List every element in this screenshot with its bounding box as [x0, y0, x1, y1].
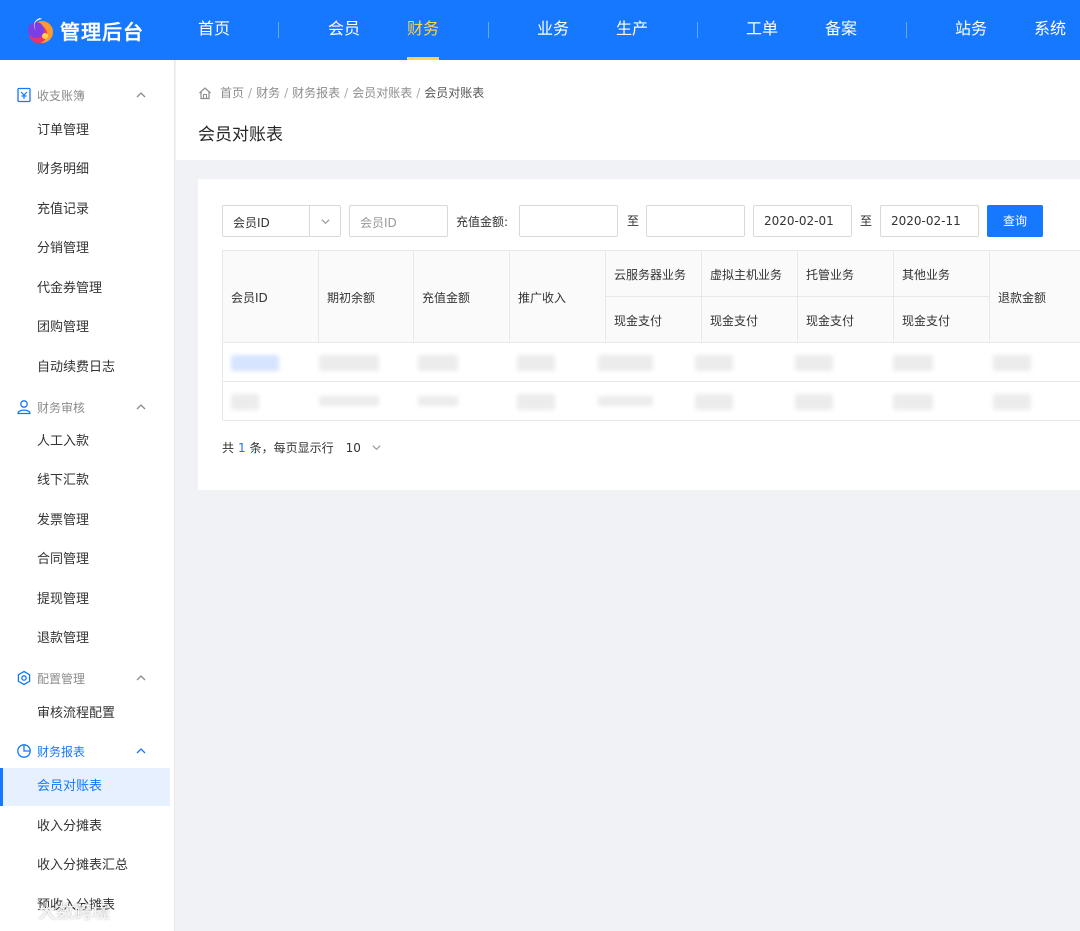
- sidebar-item-offline-remit[interactable]: 线下汇款: [0, 462, 170, 500]
- chevron-up-icon: [136, 92, 146, 98]
- nav-site[interactable]: 站务: [955, 0, 987, 60]
- sidebar-item-recharge[interactable]: 充值记录: [0, 191, 170, 229]
- settings-hex-icon: [17, 670, 31, 686]
- sidebar-group-label: 收支账簿: [37, 89, 86, 103]
- pagination-prefix: 共: [222, 441, 235, 455]
- home-icon[interactable]: [198, 86, 212, 100]
- table-header-cell: 期初余额: [319, 251, 414, 343]
- top-navbar: 管理后台 首页 会员 财务 业务 生产 工单 备案 站务 系统: [0, 0, 1080, 60]
- table-header-cell: 其他业务: [894, 251, 990, 297]
- watermark-text: 大数跨境: [38, 902, 110, 923]
- amount-min-input[interactable]: [519, 205, 618, 237]
- end-date-value: 2020-02-11: [891, 214, 961, 228]
- sidebar-item-audit-flow[interactable]: 审核流程配置: [0, 695, 170, 733]
- chevron-down-icon[interactable]: [371, 442, 382, 453]
- pagination: 共 1 条，每页显示行 10: [222, 439, 382, 456]
- user-audit-icon: [17, 400, 31, 415]
- sidebar-item-contracts[interactable]: 合同管理: [0, 541, 170, 579]
- pagination-total: 1: [238, 440, 246, 455]
- pie-chart-icon: [17, 744, 31, 758]
- to-label: 至: [627, 214, 640, 228]
- search-field-select-value: 会员ID: [233, 216, 270, 230]
- table-subheader-cell: 现金支付: [606, 297, 702, 343]
- sidebar-group-config[interactable]: 配置管理: [0, 660, 174, 696]
- watermark: 大数跨境: [10, 898, 110, 924]
- breadcrumb: 首页 / 财务 / 财务报表 / 会员对账表 / 会员对账表: [198, 84, 484, 101]
- reconciliation-table: 会员ID 期初余额 充值金额 推广收入 云服务器业务 虚拟主机业务 托管业务 其…: [222, 250, 1080, 421]
- watermark-logo-icon: [13, 904, 29, 919]
- sidebar: 收支账簿 订单管理 财务明细 充值记录 分销管理 代金券管理 团购管理 自动续费…: [0, 60, 175, 931]
- search-field-select[interactable]: 会员ID: [222, 205, 341, 237]
- table-subheader-cell: 现金支付: [894, 297, 990, 343]
- breadcrumb-reports[interactable]: 财务报表: [292, 84, 340, 101]
- sidebar-group-audit[interactable]: 财务审核: [0, 389, 174, 425]
- sidebar-item-distribution[interactable]: 分销管理: [0, 230, 170, 268]
- sidebar-item-group-buy[interactable]: 团购管理: [0, 309, 170, 347]
- table-header-cell: 推广收入: [510, 251, 606, 343]
- table-header-cell: 托管业务: [798, 251, 894, 297]
- breadcrumb-home[interactable]: 首页: [220, 84, 244, 101]
- table-subheader-cell: 现金支付: [798, 297, 894, 343]
- nav-production[interactable]: 生产: [616, 0, 648, 60]
- table-row[interactable]: [223, 343, 1080, 382]
- page-header: 首页 / 财务 / 财务报表 / 会员对账表 / 会员对账表 会员对账表: [176, 60, 1080, 160]
- sidebar-item-autorenew-log[interactable]: 自动续费日志: [0, 349, 170, 387]
- page-title: 会员对账表: [198, 125, 283, 145]
- sidebar-group-reports[interactable]: 财务报表: [0, 733, 174, 769]
- sidebar-group-label: 财务报表: [37, 745, 86, 759]
- table-header-cell: 退款金额: [990, 251, 1080, 343]
- table-header-cell: 充值金额: [414, 251, 510, 343]
- sidebar-item-orders[interactable]: 订单管理: [0, 112, 170, 150]
- app-logo[interactable]: 管理后台: [26, 12, 144, 48]
- table-header-cell: 会员ID: [223, 251, 319, 343]
- logo-icon: [28, 18, 53, 43]
- chevron-up-icon: [136, 748, 146, 754]
- breadcrumb-current: 会员对账表: [424, 86, 485, 100]
- query-button[interactable]: 查询: [987, 205, 1043, 237]
- table-header-cell: 云服务器业务: [606, 251, 702, 297]
- nav-home[interactable]: 首页: [198, 0, 230, 60]
- breadcrumb-finance[interactable]: 财务: [256, 84, 280, 101]
- sidebar-item-manual-deposit[interactable]: 人工入款: [0, 423, 170, 461]
- nav-system[interactable]: 系统: [1034, 0, 1066, 60]
- page-size-select[interactable]: 10: [346, 441, 361, 455]
- table-row[interactable]: [223, 382, 1080, 421]
- sidebar-item-refunds[interactable]: 退款管理: [0, 620, 170, 658]
- amount-label: 充值金额:: [456, 215, 509, 229]
- sidebar-group-label: 财务审核: [37, 401, 86, 415]
- sidebar-item-member-reconciliation[interactable]: 会员对账表: [0, 768, 170, 806]
- nav-filing[interactable]: 备案: [825, 0, 857, 60]
- end-date-input[interactable]: 2020-02-11: [880, 205, 979, 237]
- sidebar-item-revenue-allocation[interactable]: 收入分摊表: [0, 808, 170, 846]
- to-label: 至: [860, 214, 873, 228]
- nav-member[interactable]: 会员: [328, 0, 360, 60]
- sidebar-item-invoices[interactable]: 发票管理: [0, 502, 170, 540]
- nav-finance[interactable]: 财务: [407, 0, 440, 60]
- sidebar-item-revenue-allocation-summary[interactable]: 收入分摊表汇总: [0, 847, 170, 885]
- table-subheader-cell: 现金支付: [702, 297, 798, 343]
- member-id-placeholder: 会员ID: [360, 216, 397, 230]
- sidebar-item-withdrawals[interactable]: 提现管理: [0, 581, 170, 619]
- member-id-input[interactable]: 会员ID: [349, 205, 448, 237]
- start-date-input[interactable]: 2020-02-01: [753, 205, 852, 237]
- amount-max-input[interactable]: [646, 205, 745, 237]
- pagination-suffix: 条，每页显示行: [249, 441, 334, 455]
- chevron-up-icon: [136, 404, 146, 410]
- ledger-icon: [17, 87, 31, 103]
- nav-business[interactable]: 业务: [537, 0, 569, 60]
- sidebar-item-vouchers[interactable]: 代金券管理: [0, 270, 170, 308]
- sidebar-group-label: 配置管理: [37, 672, 86, 686]
- breadcrumb-reconciliation[interactable]: 会员对账表: [352, 84, 412, 101]
- content-card: 会员ID 会员ID 充值金额: 至 2020-02-01 至 2020-02-1…: [198, 179, 1080, 490]
- chevron-up-icon: [136, 675, 146, 681]
- start-date-value: 2020-02-01: [764, 214, 834, 228]
- nav-ticket[interactable]: 工单: [746, 0, 778, 60]
- app-title: 管理后台: [60, 19, 144, 44]
- sidebar-group-ledger[interactable]: 收支账簿: [0, 77, 174, 113]
- table-header-cell: 虚拟主机业务: [702, 251, 798, 297]
- sidebar-item-finance-detail[interactable]: 财务明细: [0, 151, 170, 189]
- chevron-down-icon: [321, 219, 330, 225]
